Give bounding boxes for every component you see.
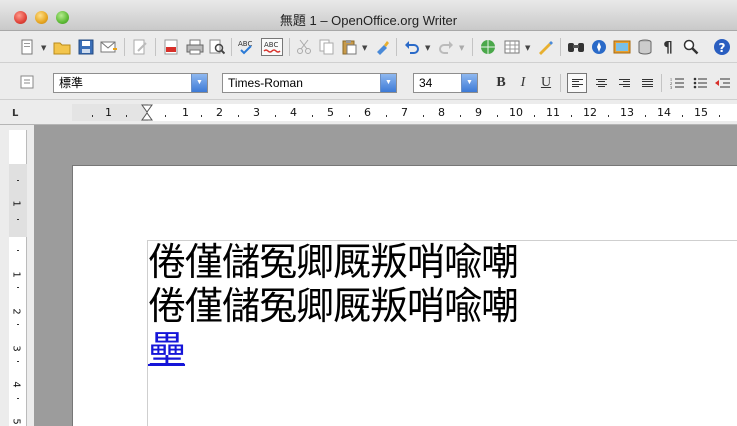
- data-sources-icon[interactable]: [636, 38, 654, 56]
- paragraph-style-select[interactable]: 標準 ▼: [53, 73, 208, 93]
- ruler-number: 11: [546, 106, 560, 119]
- ruler-number: 5: [327, 106, 334, 119]
- ruler-number: 2: [216, 106, 223, 119]
- ruler-number: 6: [364, 106, 371, 119]
- ruler-number: 10: [509, 106, 523, 119]
- redo-icon[interactable]: [437, 38, 455, 56]
- gallery-icon[interactable]: [613, 38, 631, 56]
- vertical-ruler-number: 5: [10, 418, 22, 425]
- edit-file-icon[interactable]: [131, 38, 149, 56]
- standard-toolbar: ▼ ABC ABC ▼ ▼ ▼ ▼ ¶ ?: [0, 31, 737, 63]
- new-icon[interactable]: [18, 38, 36, 56]
- chevron-down-icon[interactable]: ▼: [380, 74, 396, 92]
- paragraph-style-value: 標準: [59, 76, 84, 90]
- horizontal-ruler[interactable]: 1 1 2 3 4 5 6 7 8 9 10 11 12 13 14 15: [72, 104, 737, 121]
- document-text-line[interactable]: 倦僅儲冤卿厩叛哨喩嘲: [148, 240, 519, 284]
- vertical-ruler-number: 1: [10, 271, 22, 278]
- undo-icon[interactable]: [403, 38, 421, 56]
- formatting-marks-icon[interactable]: ¶: [659, 38, 677, 56]
- zoom-icon[interactable]: [682, 38, 700, 56]
- underline-button[interactable]: U: [537, 74, 555, 92]
- table-icon[interactable]: [503, 38, 521, 56]
- ruler-number: 1: [182, 106, 189, 119]
- formatting-toolbar: 標準 ▼ Times-Roman ▼ 34 ▼ B I U 123: [0, 63, 737, 100]
- italic-button[interactable]: I: [514, 74, 532, 92]
- paste-dropdown-icon[interactable]: ▼: [362, 44, 367, 52]
- font-name-select[interactable]: Times-Roman ▼: [222, 73, 397, 93]
- numbering-icon[interactable]: 123: [668, 74, 686, 92]
- ruler-number: 15: [694, 106, 708, 119]
- svg-text:?: ?: [719, 41, 726, 55]
- styles-formatting-icon[interactable]: [18, 73, 36, 91]
- hyperlink-icon[interactable]: [479, 38, 497, 56]
- vertical-ruler[interactable]: 1 1 2 3 4 5: [9, 130, 27, 426]
- spellcheck-icon[interactable]: ABC: [238, 38, 256, 56]
- vertical-ruler-number: 4: [10, 381, 22, 388]
- horizontal-ruler-row: L 1 1 2 3 4 5 6 7 8 9 10 11 12 13 14 15: [0, 100, 737, 125]
- align-left-icon: [571, 78, 583, 88]
- help-icon[interactable]: ?: [713, 38, 731, 56]
- table-dropdown-icon[interactable]: ▼: [525, 44, 530, 52]
- undo-dropdown-icon[interactable]: ▼: [425, 44, 430, 52]
- indent-marker-icon[interactable]: [141, 104, 153, 121]
- title-bar: 無題 1 – OpenOffice.org Writer: [0, 0, 737, 31]
- format-paintbrush-icon[interactable]: [373, 38, 391, 56]
- print-icon[interactable]: [186, 38, 204, 56]
- export-pdf-icon[interactable]: [162, 38, 180, 56]
- font-size-value: 34: [419, 76, 433, 90]
- font-size-select[interactable]: 34 ▼: [413, 73, 478, 93]
- autospellcheck-icon[interactable]: ABC: [261, 38, 283, 56]
- decrease-indent-icon[interactable]: [714, 74, 732, 92]
- copy-icon[interactable]: [318, 38, 336, 56]
- navigator-icon[interactable]: [590, 38, 608, 56]
- ruler-number: 9: [475, 106, 482, 119]
- show-draw-functions-icon[interactable]: [536, 38, 554, 56]
- tab-stop-type-icon[interactable]: L: [12, 108, 18, 119]
- window-title: 無題 1 – OpenOffice.org Writer: [279, 13, 458, 28]
- redo-dropdown-icon[interactable]: ▼: [459, 44, 464, 52]
- bullets-icon[interactable]: [691, 74, 709, 92]
- justify-icon: [641, 78, 653, 88]
- ruler-number: 14: [657, 106, 671, 119]
- font-name-value: Times-Roman: [228, 76, 303, 90]
- ruler-number: 1: [105, 106, 112, 119]
- vertical-ruler-number: 1: [10, 200, 22, 207]
- document-hyperlink-line[interactable]: 壘: [148, 328, 186, 372]
- ruler-number: 7: [401, 106, 408, 119]
- document-hyperlink[interactable]: 壘: [148, 328, 186, 372]
- bold-button[interactable]: B: [492, 74, 510, 92]
- vertical-ruler-number: 2: [10, 308, 22, 315]
- align-left-button[interactable]: [567, 73, 587, 93]
- cut-icon[interactable]: [295, 38, 313, 56]
- page-preview-icon[interactable]: [208, 38, 226, 56]
- paste-icon[interactable]: [340, 38, 358, 56]
- align-center-icon: [595, 78, 607, 88]
- ruler-number: 13: [620, 106, 634, 119]
- chevron-down-icon[interactable]: ▼: [191, 74, 207, 92]
- align-right-icon: [618, 78, 630, 88]
- save-icon[interactable]: [77, 38, 95, 56]
- ruler-number: 8: [438, 106, 445, 119]
- align-center-button[interactable]: [592, 74, 610, 92]
- find-replace-icon[interactable]: [567, 38, 585, 56]
- document-text-line[interactable]: 倦僅儲冤卿厩叛哨喩嘲: [148, 284, 519, 328]
- svg-text:3: 3: [670, 85, 672, 89]
- email-icon[interactable]: [100, 38, 118, 56]
- chevron-down-icon[interactable]: ▼: [461, 74, 477, 92]
- svg-text:ABC: ABC: [264, 41, 278, 49]
- vertical-ruler-number: 3: [10, 345, 22, 352]
- ruler-number: 4: [290, 106, 297, 119]
- justify-button[interactable]: [638, 74, 656, 92]
- open-icon[interactable]: [53, 38, 71, 56]
- new-dropdown-icon[interactable]: ▼: [41, 44, 46, 52]
- align-right-button[interactable]: [615, 74, 633, 92]
- ruler-number: 12: [583, 106, 597, 119]
- ruler-number: 3: [253, 106, 260, 119]
